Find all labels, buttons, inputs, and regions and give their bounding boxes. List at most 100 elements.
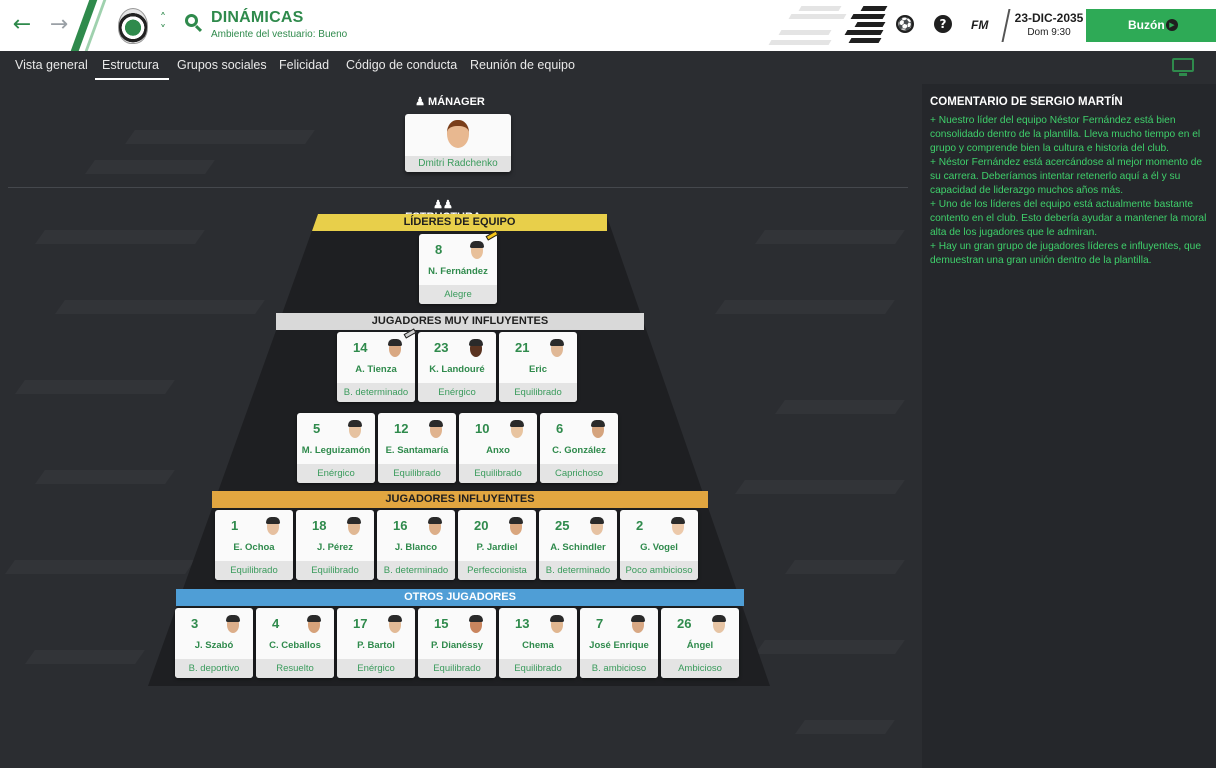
player-number: 12 — [394, 421, 409, 436]
tab-felicidad[interactable]: Felicidad — [279, 58, 329, 72]
player-name[interactable]: N. Fernández — [419, 266, 497, 277]
comment-line: + Uno de los líderes del equipo está act… — [930, 199, 1207, 238]
player-name[interactable]: Anxo — [459, 445, 537, 456]
player-name[interactable]: A. Schindler — [539, 542, 617, 553]
player-card[interactable]: 18 J. Pérez Equilibrado — [296, 510, 374, 580]
player-face-icon — [550, 339, 564, 357]
fm-logo[interactable]: FM — [971, 18, 988, 32]
player-name[interactable]: E. Santamaría — [378, 445, 456, 456]
player-card[interactable]: 4 C. Ceballos Resuelto — [256, 608, 334, 678]
player-card[interactable]: 20 P. Jardiel Perfeccionista — [458, 510, 536, 580]
player-name[interactable]: K. Landouré — [418, 364, 496, 375]
search-icon[interactable] — [185, 14, 198, 27]
player-face-icon — [469, 615, 483, 633]
player-name[interactable]: J. Pérez — [296, 542, 374, 553]
player-card[interactable]: 7 José Enrique B. ambicioso — [580, 608, 658, 678]
player-personality: Alegre — [419, 285, 497, 304]
player-card[interactable]: 3 J. Szabó B. deportivo — [175, 608, 253, 678]
player-card[interactable]: 8 N. Fernández Alegre — [419, 234, 497, 304]
player-name[interactable]: Eric — [499, 364, 577, 375]
player-face-icon — [671, 517, 685, 535]
player-name[interactable]: José Enrique — [580, 640, 658, 651]
player-personality: Perfeccionista — [458, 561, 536, 580]
manager-face-icon — [447, 120, 469, 148]
player-name[interactable]: M. Leguizamón — [297, 445, 375, 456]
player-name[interactable]: Ángel — [661, 640, 739, 651]
player-face-icon — [429, 420, 443, 438]
tab-estructura[interactable]: Estructura — [102, 58, 159, 72]
tab-codigo-de-conducta[interactable]: Código de conducta — [346, 58, 457, 72]
group-icon: ♟♟ — [433, 199, 453, 211]
player-card[interactable]: 16 J. Blanco B. determinado — [377, 510, 455, 580]
tab-reunion-de-equipo[interactable]: Reunión de equipo — [470, 58, 575, 72]
player-name[interactable]: A. Tienza — [337, 364, 415, 375]
player-card[interactable]: 26 Ángel Ambicioso — [661, 608, 739, 678]
player-card[interactable]: 1 E. Ochoa Equilibrado — [215, 510, 293, 580]
comment-line: + Hay un gran grupo de jugadores líderes… — [930, 241, 1201, 266]
inbox-label[interactable]: Buzón — [1128, 18, 1165, 32]
page-subtitle: Ambiente del vestuario: Bueno — [211, 29, 348, 40]
player-number: 1 — [231, 518, 239, 533]
chevron-up-down-icon[interactable]: ˄ ˅ — [160, 12, 166, 36]
player-card[interactable]: 13 Chema Equilibrado — [499, 608, 577, 678]
active-tab-indicator — [95, 78, 169, 80]
tab-grupos-sociales[interactable]: Grupos sociales — [177, 58, 267, 72]
player-personality: Ambicioso — [661, 659, 739, 678]
player-number: 15 — [434, 616, 449, 631]
player-card[interactable]: 2 G. Vogel Poco ambicioso — [620, 510, 698, 580]
player-name[interactable]: J. Blanco — [377, 542, 455, 553]
player-name[interactable]: C. Ceballos — [256, 640, 334, 651]
player-card[interactable]: 17 P. Bartol Enérgico — [337, 608, 415, 678]
player-number: 5 — [313, 421, 321, 436]
player-card[interactable]: 5 M. Leguizamón Enérgico — [297, 413, 375, 483]
player-card[interactable]: 25 A. Schindler B. determinado — [539, 510, 617, 580]
help-icon[interactable]: ? — [934, 15, 952, 33]
player-number: 2 — [636, 518, 644, 533]
player-personality: B. determinado — [337, 383, 415, 402]
back-arrow-icon[interactable]: ← — [11, 12, 33, 37]
player-personality: Resuelto — [256, 659, 334, 678]
player-name[interactable]: P. Bartol — [337, 640, 415, 651]
player-face-icon — [590, 517, 604, 535]
current-date[interactable]: 23-DIC-2035 — [1013, 11, 1085, 25]
player-face-icon — [510, 420, 524, 438]
player-card[interactable]: 23 K. Landouré Enérgico — [418, 332, 496, 402]
club-crest-icon[interactable] — [118, 8, 148, 44]
player-name[interactable]: J. Szabó — [175, 640, 253, 651]
player-card[interactable]: 15 P. Dianéssy Equilibrado — [418, 608, 496, 678]
player-number: 7 — [596, 616, 604, 631]
player-card[interactable]: 21 Eric Equilibrado — [499, 332, 577, 402]
tier-very-influential-bar: JUGADORES MUY INFLUYENTES — [276, 313, 644, 330]
player-name[interactable]: P. Dianéssy — [418, 640, 496, 651]
player-name[interactable]: G. Vogel — [620, 542, 698, 553]
player-name[interactable]: E. Ochoa — [215, 542, 293, 553]
player-number: 4 — [272, 616, 280, 631]
tab-vista-general[interactable]: Vista general — [15, 58, 88, 72]
player-face-icon — [470, 241, 484, 259]
football-icon[interactable]: ⚽ — [896, 15, 914, 33]
player-card[interactable]: 6 C. González Caprichoso — [540, 413, 618, 483]
player-personality: Enérgico — [418, 383, 496, 402]
player-number: 18 — [312, 518, 327, 533]
player-number: 16 — [393, 518, 408, 533]
player-number: 8 — [435, 242, 443, 257]
player-name[interactable]: P. Jardiel — [458, 542, 536, 553]
player-card[interactable]: 12 E. Santamaría Equilibrado — [378, 413, 456, 483]
continue-icon[interactable]: ▶ — [1166, 19, 1178, 31]
player-number: 23 — [434, 340, 449, 355]
player-number: 20 — [474, 518, 489, 533]
player-name[interactable]: C. González — [540, 445, 618, 456]
tier-influential-bar: JUGADORES INFLUYENTES — [212, 491, 708, 508]
manager-card[interactable]: Dmitri Radchenko — [405, 114, 511, 172]
player-name[interactable]: Chema — [499, 640, 577, 651]
current-time: Dom 9:30 — [1027, 27, 1071, 38]
player-personality: Equilibrado — [499, 659, 577, 678]
manager-heading: ♟ MÁNAGER — [415, 96, 485, 108]
monitor-icon[interactable] — [1172, 58, 1194, 76]
player-card[interactable]: 10 Anxo Equilibrado — [459, 413, 537, 483]
player-number: 17 — [353, 616, 368, 631]
player-personality: Enérgico — [297, 464, 375, 483]
forward-arrow-icon[interactable]: → — [48, 12, 70, 37]
player-face-icon — [712, 615, 726, 633]
player-card[interactable]: 14 A. Tienza B. determinado — [337, 332, 415, 402]
